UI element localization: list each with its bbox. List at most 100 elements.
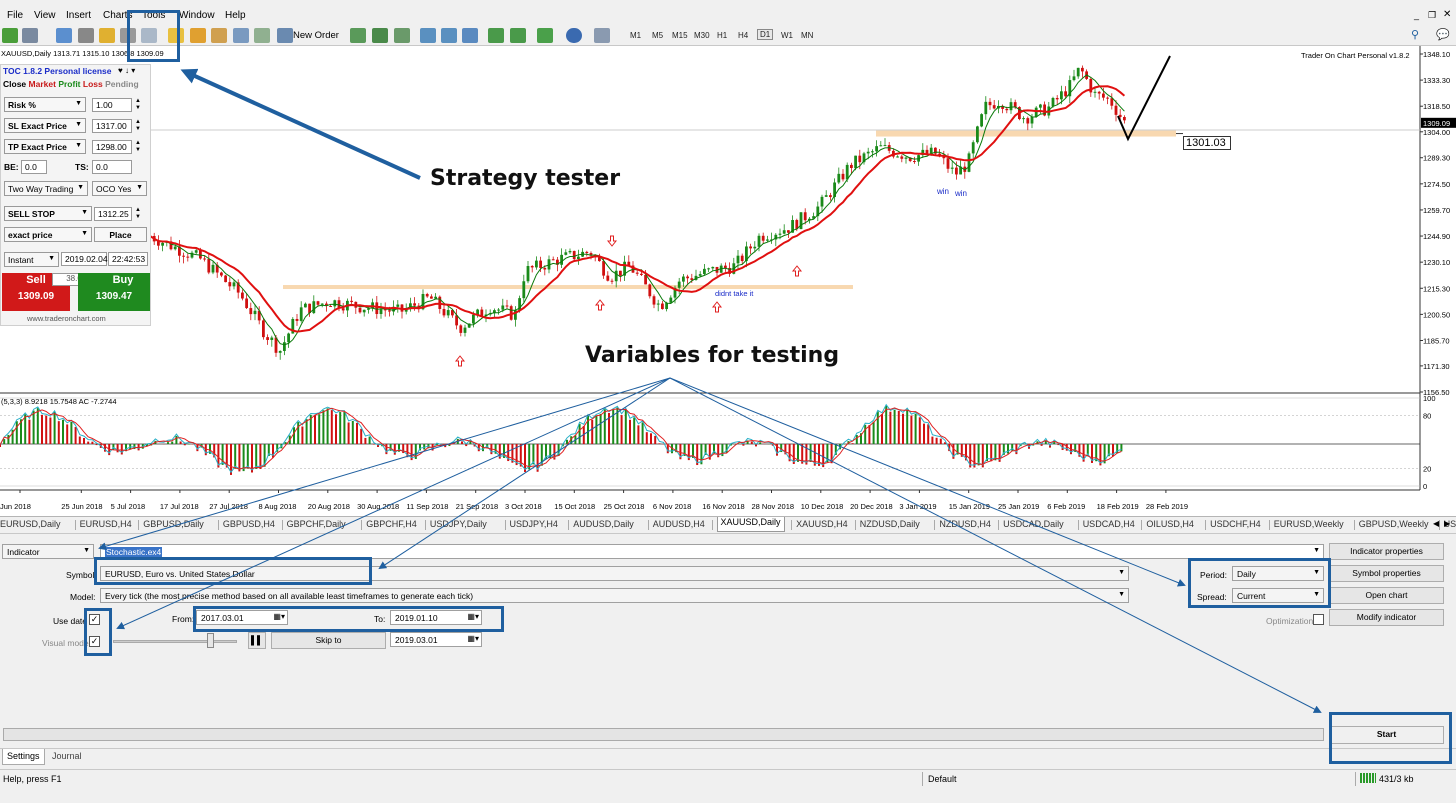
skip-to-button[interactable]: Skip to bbox=[271, 632, 386, 649]
sl-spinner-icon[interactable]: ▲ ▼ bbox=[135, 119, 141, 133]
chart-tab[interactable]: USDCAD,H4 bbox=[1083, 519, 1135, 529]
place-button[interactable]: Place bbox=[94, 227, 147, 242]
chart-tab[interactable]: OILUSD,H4 bbox=[1146, 519, 1194, 529]
minimize-icon[interactable]: _ bbox=[1414, 10, 1419, 20]
tp-mode-select[interactable]: TP Exact Price ▼ bbox=[4, 139, 86, 154]
order-type-select[interactable]: SELL STOP ▼ bbox=[4, 206, 92, 221]
pause-button[interactable]: ▌▌ bbox=[248, 632, 266, 649]
tabs-scroll-right-icon[interactable]: ▶ bbox=[1444, 519, 1450, 528]
order-price-spinner-icon[interactable]: ▲ ▼ bbox=[135, 207, 141, 221]
chart-tab[interactable]: GBPUSD,H4 bbox=[223, 519, 275, 529]
exec-mode-select[interactable]: Instant ▼ bbox=[4, 252, 59, 267]
tile-windows-icon[interactable] bbox=[462, 28, 478, 43]
line-chart-icon[interactable] bbox=[394, 28, 410, 43]
templates-icon[interactable] bbox=[594, 28, 610, 43]
modify-indicator-button[interactable]: Modify indicator bbox=[1329, 609, 1444, 626]
navigator-icon[interactable] bbox=[99, 28, 115, 43]
chart-tab[interactable]: NZDUSD,H4 bbox=[939, 519, 991, 529]
chart-tab[interactable]: NZDUSD,Daily bbox=[860, 519, 920, 529]
options-icon[interactable] bbox=[233, 28, 249, 43]
toc-collapse-icon[interactable]: ♥ ↓ ▾ bbox=[118, 66, 135, 75]
candlestick-icon[interactable] bbox=[372, 28, 388, 43]
chart-tab[interactable]: EURUSD,H4 bbox=[80, 519, 132, 529]
tabs-scroll-left-icon[interactable]: ◀ bbox=[1433, 519, 1439, 528]
tf-mn[interactable]: MN bbox=[801, 31, 813, 40]
buy-button[interactable]: Buy 1309.47 bbox=[78, 273, 150, 311]
ts-input[interactable]: 0.0 bbox=[92, 160, 132, 174]
new-chart-icon[interactable] bbox=[2, 28, 18, 43]
menu-insert[interactable]: Insert bbox=[66, 10, 91, 21]
data-window-icon[interactable] bbox=[78, 28, 94, 43]
order-time-input[interactable]: 22:42:53 bbox=[108, 252, 148, 266]
profiles-icon[interactable] bbox=[22, 28, 38, 43]
tf-d1[interactable]: D1 bbox=[757, 29, 774, 40]
indicators-icon[interactable] bbox=[537, 28, 553, 43]
menu-view[interactable]: View bbox=[34, 10, 56, 21]
chart-tab[interactable]: GBPCHF,Daily bbox=[287, 519, 346, 529]
chart-window[interactable]: 1348.10 1333.30 1318.50 1304.00 1289.30 1274.… bbox=[0, 46, 1456, 516]
metaeditor-icon[interactable] bbox=[211, 28, 227, 43]
periods-icon[interactable] bbox=[566, 28, 582, 43]
oco-select[interactable]: OCO Yes ▼ bbox=[92, 181, 147, 196]
skip-date-input[interactable]: 2019.03.01 ▦▾ bbox=[390, 632, 482, 647]
chart-tab[interactable]: XAUUSD,Daily bbox=[716, 517, 785, 532]
optimization-checkbox[interactable] bbox=[1313, 614, 1324, 625]
order-date-input[interactable]: 2019.02.04 bbox=[61, 252, 108, 266]
menu-help[interactable]: Help bbox=[225, 10, 246, 21]
tab-settings[interactable]: Settings bbox=[2, 749, 45, 765]
tp-input[interactable]: 1298.00 bbox=[92, 140, 132, 154]
toc-tab-close[interactable]: Close bbox=[3, 79, 26, 89]
new-order-icon[interactable] bbox=[277, 28, 293, 43]
tf-m5[interactable]: M5 bbox=[652, 31, 663, 40]
chart-tab[interactable]: USDCHF,H4 bbox=[1210, 519, 1261, 529]
chart-tab[interactable]: AUDUSD,H4 bbox=[653, 519, 705, 529]
new-order-button[interactable]: New Order bbox=[293, 30, 339, 41]
menu-file[interactable]: File bbox=[7, 10, 23, 21]
bar-chart-icon[interactable] bbox=[350, 28, 366, 43]
symbol-properties-button[interactable]: Symbol properties bbox=[1329, 565, 1444, 582]
chart-tab[interactable]: USDCAD,Daily bbox=[1003, 519, 1064, 529]
chart-tab[interactable]: GBPUSD,Daily bbox=[143, 519, 204, 529]
indicator-properties-button[interactable]: Indicator properties bbox=[1329, 543, 1444, 560]
search-icon[interactable]: ⚲ bbox=[1411, 28, 1419, 41]
signals-icon[interactable] bbox=[254, 28, 270, 43]
zoom-in-icon[interactable] bbox=[420, 28, 436, 43]
chart-tab[interactable]: EURUSD,Daily bbox=[0, 519, 61, 529]
price-mode-select[interactable]: exact price ▼ bbox=[4, 227, 92, 242]
risk-input[interactable]: 1.00 bbox=[92, 98, 132, 112]
zoom-out-icon[interactable] bbox=[441, 28, 457, 43]
order-price-input[interactable]: 1312.25 bbox=[94, 207, 132, 221]
model-select[interactable]: Every tick (the most precise method base… bbox=[100, 588, 1129, 603]
experts-icon[interactable] bbox=[190, 28, 206, 43]
tf-m30[interactable]: M30 bbox=[694, 31, 710, 40]
toc-website[interactable]: www.traderonchart.com bbox=[27, 314, 106, 323]
calendar-icon[interactable]: ▦▾ bbox=[467, 634, 479, 643]
sl-mode-select[interactable]: SL Exact Price ▼ bbox=[4, 118, 86, 133]
trading-mode-select[interactable]: Two Way Trading ▼ bbox=[4, 181, 88, 196]
tf-w1[interactable]: W1 bbox=[781, 31, 793, 40]
sl-input[interactable]: 1317.00 bbox=[92, 119, 132, 133]
chart-tab[interactable]: USDJPY,Daily bbox=[430, 519, 487, 529]
chart-tab[interactable]: USDJPY,H4 bbox=[510, 519, 558, 529]
menu-window[interactable]: Window bbox=[179, 10, 215, 21]
tf-h4[interactable]: H4 bbox=[738, 31, 748, 40]
chart-shift-icon[interactable] bbox=[488, 28, 504, 43]
chart-tab[interactable]: GBPCHF,H4 bbox=[366, 519, 417, 529]
auto-scroll-icon[interactable] bbox=[510, 28, 526, 43]
toc-tab-pending[interactable]: Pending bbox=[105, 79, 139, 89]
open-chart-button[interactable]: Open chart bbox=[1329, 587, 1444, 604]
tester-type-select[interactable]: Indicator ▼ bbox=[2, 544, 94, 559]
visual-speed-thumb[interactable] bbox=[207, 633, 214, 648]
be-input[interactable]: 0.0 bbox=[21, 160, 47, 174]
chart-tab[interactable]: EURUSD,Weekly bbox=[1274, 519, 1344, 529]
risk-spinner-icon[interactable]: ▲ ▼ bbox=[135, 98, 141, 112]
chat-icon[interactable]: 💬 bbox=[1436, 28, 1450, 41]
chart-tab[interactable]: AUDUSD,Daily bbox=[573, 519, 634, 529]
tf-m1[interactable]: M1 bbox=[630, 31, 641, 40]
toc-tab-market[interactable]: Market bbox=[29, 79, 56, 89]
risk-mode-select[interactable]: Risk % ▼ bbox=[4, 97, 86, 112]
tf-m15[interactable]: M15 bbox=[672, 31, 688, 40]
toc-tab-profit[interactable]: Profit bbox=[58, 79, 80, 89]
tp-spinner-icon[interactable]: ▲ ▼ bbox=[135, 140, 141, 154]
chart-tab[interactable]: GBPUSD,Weekly bbox=[1359, 519, 1429, 529]
